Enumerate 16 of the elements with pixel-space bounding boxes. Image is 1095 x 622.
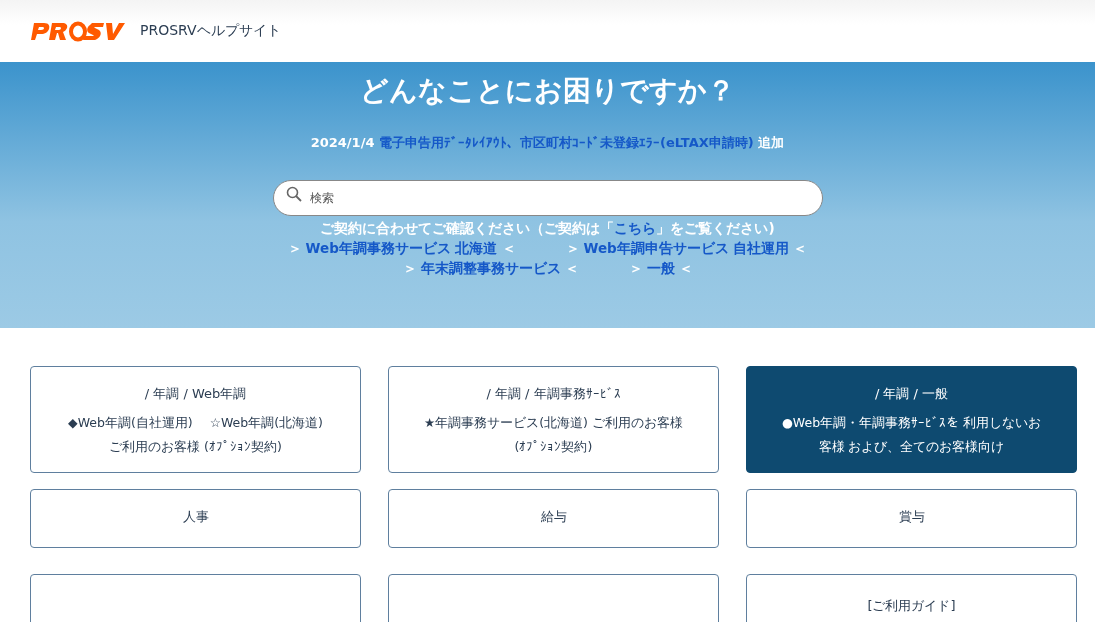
service-link[interactable]: ＞ 一般 ＜ <box>628 258 693 278</box>
contract-note: ご契約に合わせてご確認ください（ご契約は「こちら」をご覧ください) <box>320 219 775 238</box>
category-card[interactable]: / 年調 / 一般 ●Web年調・年調事務ｻｰﾋﾞｽを 利用しないお 客様 および、全てのお客様向け <box>746 366 1077 473</box>
hero-title: どんなことにお困りですか？ <box>360 73 735 109</box>
site-title: PROSRVヘルプサイト <box>140 22 281 40</box>
category-card[interactable]: 人事 <box>30 489 361 548</box>
category-card[interactable]: 賞与 <box>746 489 1077 548</box>
search-icon <box>285 186 302 202</box>
category-card[interactable]: 給与 <box>388 489 719 548</box>
category-card[interactable]: [ご利用ガイド] <box>746 574 1077 622</box>
service-link[interactable]: ＞ 年末調整事務サービス ＜ <box>402 258 579 278</box>
notice-text: 2024/1/4 電子申告用ﾃﾞｰﾀﾚｲｱｳﾄ、市区町村ｺｰﾄﾞ未登録ｴﾗｰ(eLTAX申請時) 追加 <box>310 134 785 152</box>
category-card[interactable]: / 年調 / Web年調 ◆Web年調(自社運用) ☆Web年調(北海道) ご利用のお客様 (ｵﾌﾟｼｮﾝ契約) <box>30 366 361 473</box>
category-card[interactable]: / 年調 / 年調事務ｻｰﾋﾞｽ ★年調事務サービス(北海道) ご利用のお客様 (ｵﾌﾟｼｮﾝ契約) <box>388 366 719 473</box>
logo[interactable] <box>30 20 126 42</box>
search-field[interactable]: 検索 <box>272 180 823 216</box>
